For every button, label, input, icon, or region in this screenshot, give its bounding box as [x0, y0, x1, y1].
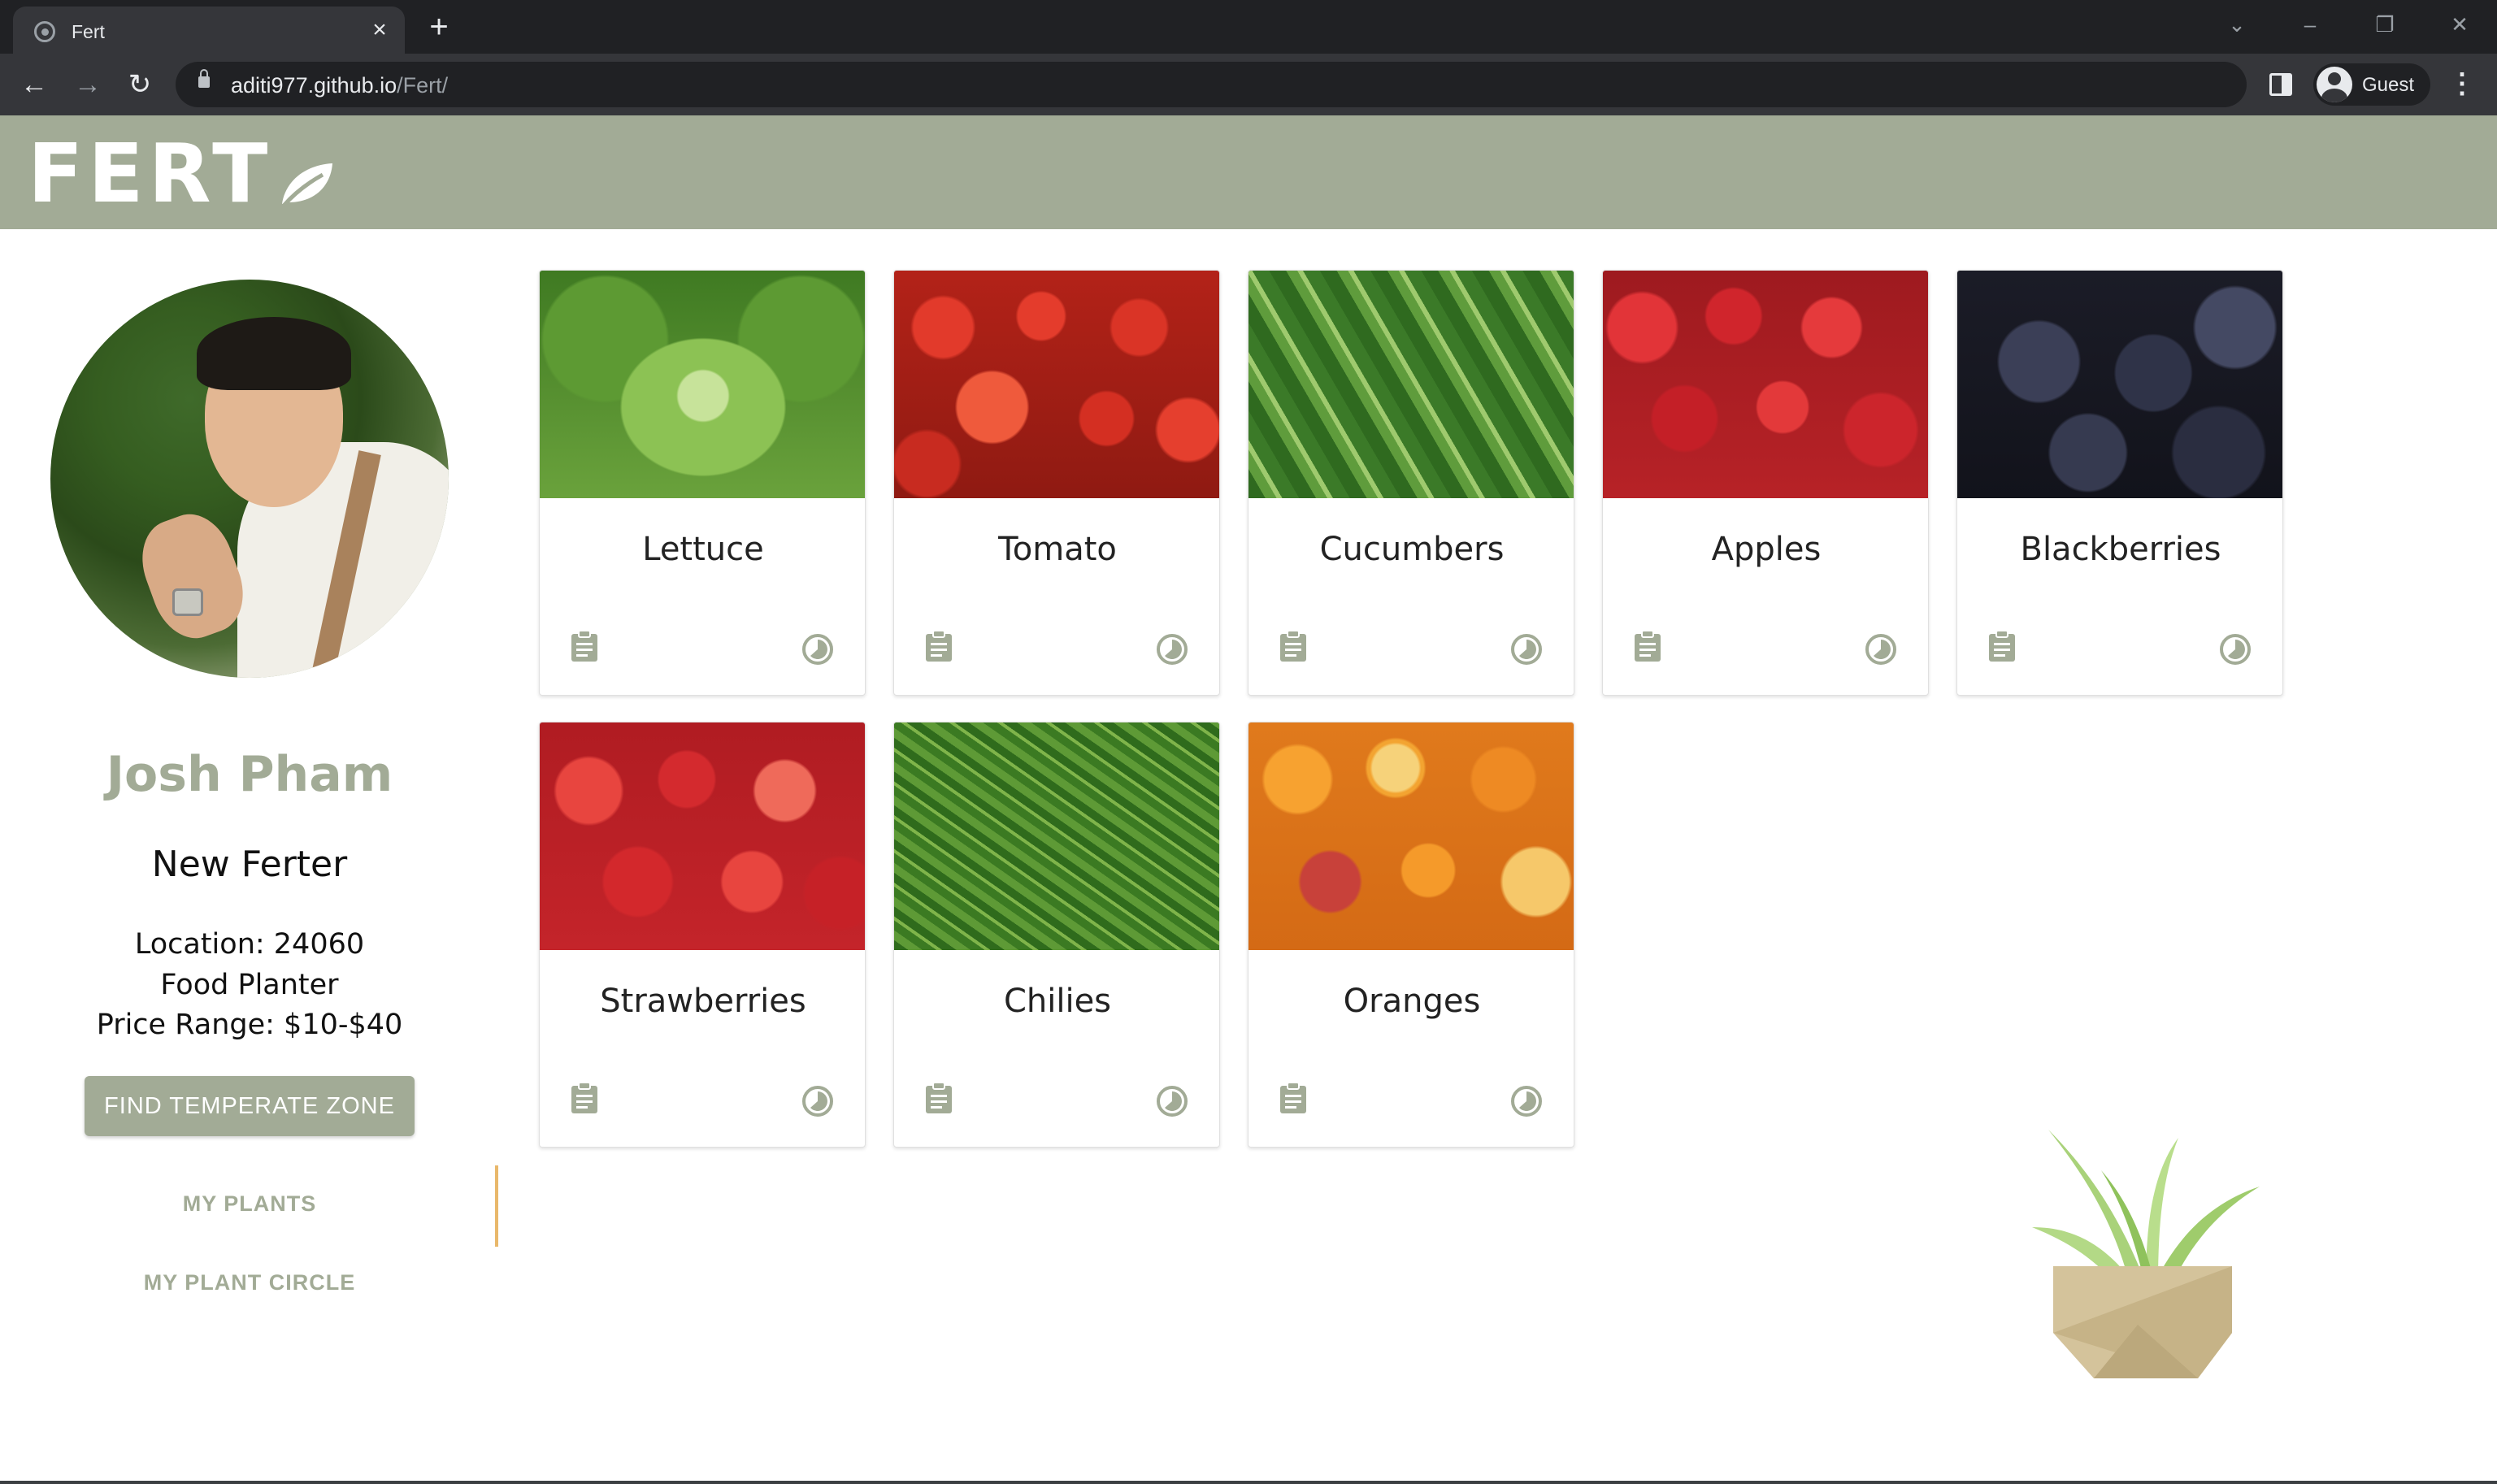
- browser-tab-bar: Fert × + ⌄ – ❐ ✕: [0, 0, 2497, 54]
- side-panel-icon[interactable]: [2269, 73, 2292, 96]
- profile-button[interactable]: Guest: [2313, 63, 2430, 106]
- new-tab-icon[interactable]: +: [423, 11, 455, 44]
- plant-name: Blackberries: [2020, 531, 2221, 568]
- plant-image: [1248, 271, 1574, 498]
- plant-name: Cucumbers: [1319, 531, 1505, 568]
- plant-name: Apples: [1711, 531, 1822, 568]
- logo-text: FERT: [28, 126, 273, 221]
- potted-plant-illustration: [2032, 1130, 2260, 1378]
- tab-title: Fert: [72, 21, 105, 42]
- plant-image: [1957, 271, 2282, 498]
- forward-arrow-icon[interactable]: →: [70, 67, 106, 102]
- browser-menu-icon[interactable]: ⋮: [2448, 65, 2476, 102]
- clipboard-icon[interactable]: [1634, 630, 1661, 662]
- plant-name: Tomato: [998, 531, 1117, 568]
- plant-name: Chilies: [1003, 983, 1112, 1020]
- fert-logo[interactable]: FERT: [28, 133, 336, 215]
- close-tab-icon[interactable]: ×: [366, 16, 393, 44]
- plant-card-oranges[interactable]: Oranges: [1248, 722, 1574, 1148]
- leaf-icon: [282, 163, 333, 207]
- plant-image: [540, 722, 865, 950]
- profile-price-range: Price Range: $10-$40: [96, 1009, 403, 1041]
- plant-card-blackberries[interactable]: Blackberries: [1956, 270, 2283, 696]
- plant-image: [1248, 722, 1574, 950]
- plant-name: Lettuce: [642, 531, 764, 568]
- plant-image: [1603, 271, 1928, 498]
- timer-icon[interactable]: [801, 633, 834, 666]
- plant-card-tomato[interactable]: Tomato: [893, 270, 1220, 696]
- avatar: [50, 280, 449, 678]
- plant-card-cucumbers[interactable]: Cucumbers: [1248, 270, 1574, 696]
- clipboard-icon[interactable]: [1279, 630, 1307, 662]
- timer-icon[interactable]: [1510, 1085, 1543, 1117]
- plant-card-chilies[interactable]: Chilies: [893, 722, 1220, 1148]
- timer-icon[interactable]: [801, 1085, 834, 1117]
- browser-toolbar: ← → ↻ aditi977.github.io/Fert/ Guest ⋮: [0, 54, 2497, 115]
- timer-icon[interactable]: [2219, 633, 2252, 666]
- lock-icon: [198, 69, 210, 88]
- url-text: aditi977.github.io/Fert/: [231, 73, 449, 98]
- profile-avatar-icon: [2317, 67, 2352, 102]
- plant-card-apples[interactable]: Apples: [1602, 270, 1929, 696]
- tab-search-chevron-icon[interactable]: ⌄: [2213, 7, 2261, 42]
- plant-image: [540, 271, 865, 498]
- plant-card-strawberries[interactable]: Strawberries: [539, 722, 866, 1148]
- clipboard-icon[interactable]: [571, 630, 598, 662]
- timer-icon[interactable]: [1510, 633, 1543, 666]
- plant-card-lettuce[interactable]: Lettuce: [539, 270, 866, 696]
- plant-image: [894, 271, 1219, 498]
- timer-icon[interactable]: [1865, 633, 1897, 666]
- reload-icon[interactable]: ↻: [122, 67, 158, 102]
- profile-rank: New Ferter: [151, 844, 348, 885]
- profile-label: Guest: [2362, 74, 2415, 96]
- active-indicator: [495, 1165, 498, 1247]
- find-temperate-zone-button[interactable]: FIND TEMPERATE ZONE: [85, 1076, 415, 1136]
- timer-icon[interactable]: [1156, 633, 1188, 666]
- profile-planter-type: Food Planter: [160, 969, 339, 1001]
- plant-name: Strawberries: [600, 983, 806, 1020]
- window-bottom-border: [0, 1481, 2497, 1484]
- profile-name: Josh Pham: [106, 746, 393, 803]
- sidebar-item-my-plants[interactable]: MY PLANTS: [0, 1191, 499, 1217]
- browser-tab[interactable]: Fert ×: [13, 7, 405, 54]
- profile-sidebar: Josh Pham New Ferter Location: 24060 Foo…: [0, 229, 504, 1473]
- plant-image: [894, 722, 1219, 950]
- profile-location: Location: 24060: [134, 928, 365, 961]
- timer-icon[interactable]: [1156, 1085, 1188, 1117]
- minimize-icon[interactable]: –: [2286, 7, 2334, 42]
- app-header: FERT: [0, 115, 2497, 229]
- clipboard-icon[interactable]: [1988, 630, 2016, 662]
- address-bar[interactable]: aditi977.github.io/Fert/: [176, 62, 2247, 107]
- clipboard-icon[interactable]: [571, 1082, 598, 1114]
- close-window-icon[interactable]: ✕: [2435, 7, 2484, 42]
- plant-name: Oranges: [1343, 983, 1481, 1020]
- globe-icon: [34, 21, 55, 42]
- restore-icon[interactable]: ❐: [2360, 7, 2409, 42]
- clipboard-icon[interactable]: [925, 1082, 953, 1114]
- clipboard-icon[interactable]: [925, 630, 953, 662]
- back-arrow-icon[interactable]: ←: [16, 67, 52, 102]
- clipboard-icon[interactable]: [1279, 1082, 1307, 1114]
- sidebar-item-my-plant-circle[interactable]: MY PLANT CIRCLE: [0, 1270, 499, 1295]
